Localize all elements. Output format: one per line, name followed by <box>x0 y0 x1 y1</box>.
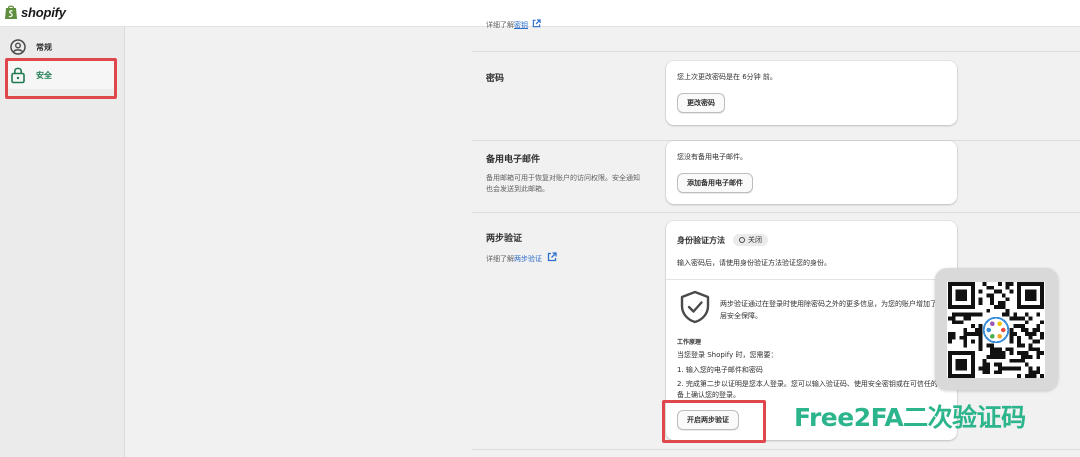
backup-email-section-title: 备用电子邮件 <box>486 155 541 165</box>
card-divider <box>666 279 957 280</box>
status-badge-label: 关闭 <box>748 236 762 244</box>
status-badge: 关闭 <box>733 234 768 246</box>
password-section-title: 密码 <box>486 74 505 84</box>
sidebar-item-label: 常规 <box>36 42 52 52</box>
auth-method-heading: 身份验证方法 关闭 <box>677 234 768 246</box>
password-card: 您上次更改密码是在 6分钟 前。 更改密码 <box>666 61 957 125</box>
learn-more-prefix: 详细了解 <box>486 21 514 29</box>
external-link-icon[interactable] <box>547 252 557 262</box>
two-step-section-title: 两步验证 <box>486 234 523 244</box>
two-step-learn-prefix: 详细了解 <box>486 255 514 263</box>
section-divider <box>472 51 1080 52</box>
user-circle-icon <box>10 39 26 55</box>
watermark-text: Free2FA二次验证码 <box>794 403 1026 432</box>
highlight-box-security-nav <box>5 58 117 99</box>
status-dot-icon <box>739 237 745 243</box>
external-link-icon[interactable] <box>532 19 541 28</box>
highlight-box-enable-button <box>662 400 766 443</box>
learn-more-link[interactable]: 密钥 <box>514 21 528 29</box>
shopify-bag-icon <box>5 5 17 19</box>
sidebar-item-general[interactable]: 常规 <box>8 33 116 61</box>
how-step-1: 1. 输入您的电子邮件和密码 <box>677 366 763 374</box>
section-divider <box>472 449 1080 450</box>
how-it-works-title: 工作原理 <box>677 339 702 346</box>
two-step-learn-link[interactable]: 两步验证 <box>514 255 542 263</box>
logo-wordmark: shopify <box>21 4 66 20</box>
main-content: 详细了解密钥 密码 您上次更改密码是在 6分钟 前。 更改密码 备用电子邮件 备… <box>125 19 1080 457</box>
shield-check-icon <box>680 290 710 324</box>
password-last-changed: 您上次更改密码是在 6分钟 前。 <box>677 73 777 81</box>
backup-email-card: 您没有备用电子邮件。 添加备用电子邮件 <box>666 141 957 204</box>
two-step-description: 详细了解两步验证 <box>486 252 646 265</box>
change-password-button[interactable]: 更改密码 <box>677 93 725 113</box>
qr-code-overlay <box>935 268 1058 390</box>
auth-method-title: 身份验证方法 <box>677 235 725 245</box>
shopify-logo[interactable]: shopify <box>4 4 66 20</box>
two-step-info-text: 两步验证通过在登录时使用除密码之外的更多信息，为您的账户增加了一层安全保障。 <box>720 300 944 320</box>
partial-learn-more: 详细了解密钥 <box>486 19 541 30</box>
section-divider <box>472 212 1080 213</box>
backup-email-description: 备用邮箱可用于恢复对账户的访问权限。安全通知也会发送到此邮箱。 <box>486 174 640 193</box>
how-it-works-intro: 当您登录 Shopify 时，您需要： <box>677 351 778 359</box>
auth-method-subtitle: 输入密码后，请使用身份验证方法验证您的身份。 <box>677 259 831 267</box>
qr-code-icon <box>947 282 1045 378</box>
no-backup-email-text: 您没有备用电子邮件。 <box>677 153 747 161</box>
add-backup-email-button[interactable]: 添加备用电子邮件 <box>677 173 753 193</box>
